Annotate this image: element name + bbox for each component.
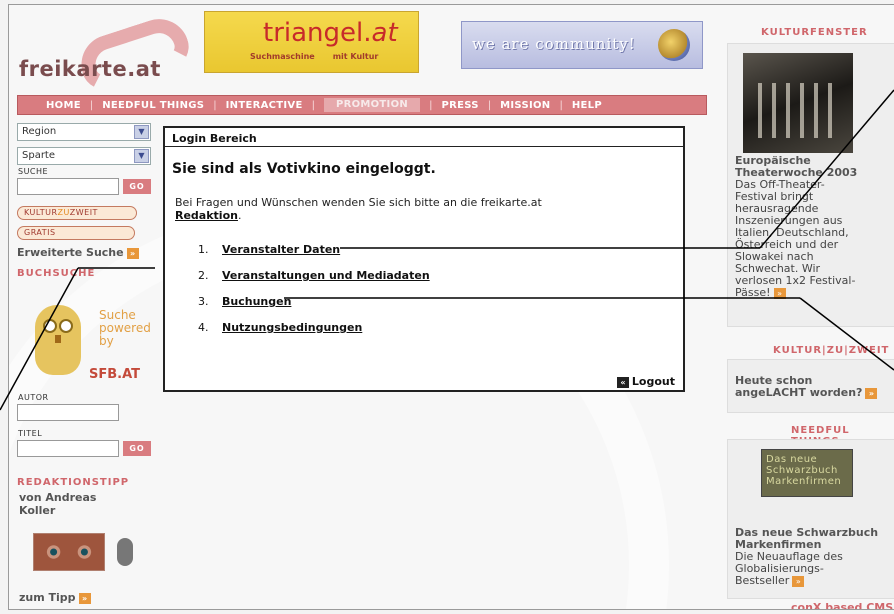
kultur-zu-zweit-button[interactable]: KULTURZUZWEIT bbox=[17, 206, 137, 220]
contact-text: Bei Fragen und Wünschen wenden Sie sich … bbox=[175, 196, 542, 222]
mask-icon bbox=[117, 538, 133, 566]
gratis-button[interactable]: GRATIS bbox=[17, 226, 135, 240]
buchsuche-heading: BUCHSUCHE bbox=[17, 268, 96, 279]
double-arrow-left-icon: « bbox=[616, 376, 629, 388]
autor-input[interactable] bbox=[17, 404, 119, 421]
veranstaltungen-mediadaten-link[interactable]: Veranstaltungen und Mediadaten bbox=[222, 269, 430, 282]
nav-separator: | bbox=[559, 99, 563, 111]
suche-label: SUCHE bbox=[18, 167, 49, 176]
sfb-logo[interactable]: SFB.AT bbox=[89, 367, 140, 382]
double-arrow-right-icon: » bbox=[792, 575, 805, 587]
chevron-down-icon: ▼ bbox=[134, 125, 149, 139]
kultur-zu-zweit-heading: KULTUR|ZU|ZWEIT bbox=[773, 345, 890, 356]
book-cover[interactable]: Das neue Schwarzbuch Markenfirmen bbox=[761, 449, 853, 497]
search-go-button[interactable]: GO bbox=[123, 179, 151, 194]
region-select[interactable]: Region ▼ bbox=[17, 123, 151, 141]
redaktionstipp-author: von Andreas Koller bbox=[19, 491, 97, 517]
double-arrow-right-icon: » bbox=[865, 387, 878, 399]
chevron-down-icon: ▼ bbox=[134, 149, 149, 163]
nav-press[interactable]: PRESS bbox=[441, 100, 478, 111]
menu-item: 3. Buchungen bbox=[198, 295, 292, 308]
owl-icon bbox=[35, 305, 81, 375]
sparte-select-value: Sparte bbox=[22, 150, 56, 161]
veranstalter-daten-link[interactable]: Veranstalter Daten bbox=[222, 243, 340, 256]
theater-photo[interactable] bbox=[743, 53, 853, 153]
community-banner[interactable]: we are community! bbox=[461, 21, 703, 69]
titel-input[interactable] bbox=[17, 440, 119, 457]
owl-caption: Suche powered by bbox=[99, 308, 151, 348]
triangel-subtitle: Suchmaschine mit Kultur bbox=[250, 52, 379, 61]
nav-promotion[interactable]: PROMOTION bbox=[323, 98, 421, 112]
sparte-select[interactable]: Sparte ▼ bbox=[17, 147, 151, 165]
globe-icon bbox=[658, 29, 690, 61]
nav-needful-things[interactable]: NEEDFUL THINGS bbox=[102, 100, 204, 111]
double-arrow-right-icon: » bbox=[126, 247, 139, 259]
book-go-button[interactable]: GO bbox=[123, 441, 151, 456]
logo-swoosh bbox=[73, 11, 195, 95]
menu-item: 4. Nutzungsbedingungen bbox=[198, 321, 363, 334]
nav-separator: | bbox=[213, 99, 217, 111]
freikarte-logo[interactable]: freikarte.at bbox=[19, 11, 195, 95]
book-teaser[interactable]: Das neue Schwarzbuch Markenfirmen Die Ne… bbox=[735, 527, 878, 587]
autor-label: AUTOR bbox=[18, 393, 49, 402]
titel-label: TITEL bbox=[18, 429, 43, 438]
heute-teaser[interactable]: Heute schon angeLACHT worden?» bbox=[735, 375, 878, 399]
double-arrow-right-icon: » bbox=[773, 287, 786, 299]
main-nav: HOME | NEEDFUL THINGS | INTERACTIVE | PR… bbox=[17, 95, 707, 115]
zum-tipp-link[interactable]: zum Tipp» bbox=[19, 591, 91, 604]
login-status-heading: Sie sind als Votivkino eingeloggt. bbox=[172, 161, 436, 177]
search-input[interactable] bbox=[17, 178, 119, 195]
double-arrow-right-icon: » bbox=[78, 592, 91, 604]
community-text: we are community! bbox=[472, 35, 636, 53]
redaktionstipp-heading: REDAKTIONSTIPP bbox=[17, 477, 130, 488]
erweiterte-suche-link[interactable]: Erweiterte Suche» bbox=[17, 246, 139, 259]
triangel-banner[interactable]: triangel.at Suchmaschine mit Kultur bbox=[204, 11, 419, 73]
nutzungsbedingungen-link[interactable]: Nutzungsbedingungen bbox=[222, 321, 362, 334]
nav-separator: | bbox=[89, 99, 94, 111]
nav-help[interactable]: HELP bbox=[572, 100, 602, 111]
buchungen-link[interactable]: Buchungen bbox=[222, 295, 291, 308]
menu-item: 1. Veranstalter Daten bbox=[198, 243, 341, 256]
region-select-value: Region bbox=[22, 126, 57, 137]
dialog-title: Login Bereich bbox=[165, 128, 683, 147]
login-dialog: Login Bereich Sie sind als Votivkino ein… bbox=[163, 126, 685, 392]
page-frame: freikarte.at triangel.at Suchmaschine mit… bbox=[8, 4, 894, 610]
nav-interactive[interactable]: INTERACTIVE bbox=[226, 100, 303, 111]
event-teaser[interactable]: Europäische Theaterwoche 2003 Das Off-Th… bbox=[735, 155, 857, 299]
nav-separator: | bbox=[311, 99, 315, 111]
menu-item: 2. Veranstaltungen und Mediadaten bbox=[198, 269, 430, 282]
cms-footer-link[interactable]: conX based CMS bbox=[791, 601, 893, 609]
kulturfenster-heading: KULTURFENSTER bbox=[761, 27, 868, 38]
logo-text: freikarte.at bbox=[19, 57, 161, 81]
triangel-brand: triangel.at bbox=[263, 18, 398, 48]
author-photo bbox=[33, 533, 105, 571]
logout-button[interactable]: «Logout bbox=[616, 375, 675, 388]
left-sidebar: Region ▼ Sparte ▼ SUCHE GO KULTURZUZWEIT… bbox=[17, 123, 157, 609]
nav-home[interactable]: HOME bbox=[46, 100, 81, 111]
nav-mission[interactable]: MISSION bbox=[500, 100, 550, 111]
redaktion-link[interactable]: Redaktion bbox=[175, 209, 238, 222]
nav-separator: | bbox=[487, 99, 492, 111]
nav-separator: | bbox=[429, 99, 433, 111]
